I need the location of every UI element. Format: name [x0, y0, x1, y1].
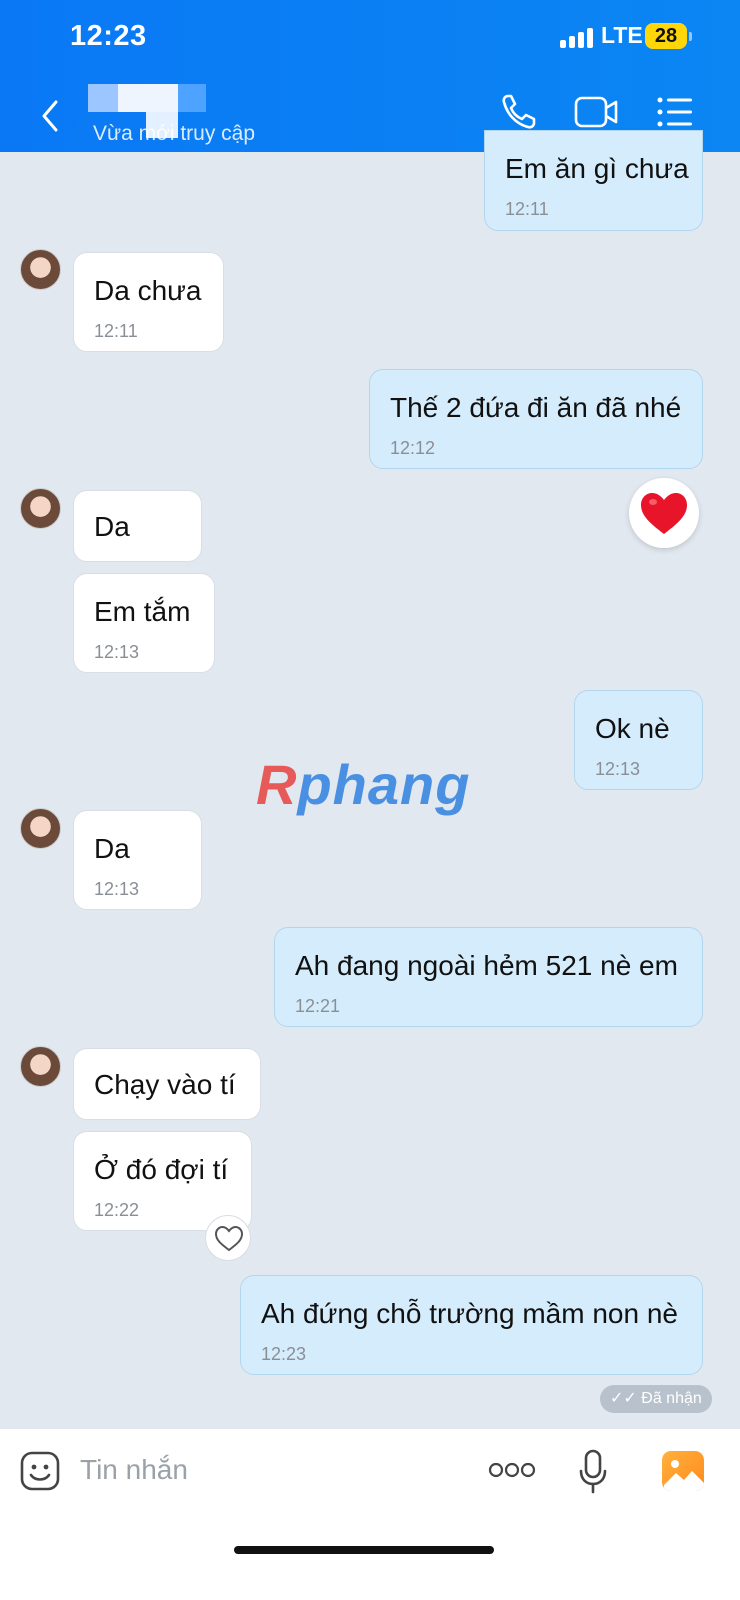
battery-tip	[689, 32, 692, 41]
back-icon[interactable]	[36, 96, 66, 136]
message-bubble-in[interactable]: Da chưa 12:11	[73, 252, 224, 352]
network-type: LTE	[601, 22, 643, 48]
watermark-logo: Rphang	[256, 753, 471, 816]
message-bubble-in[interactable]: Em tắm 12:13	[73, 573, 215, 673]
message-input-bar	[0, 1428, 740, 1600]
message-time: 12:23	[261, 1344, 307, 1364]
message-time: 12:21	[295, 996, 341, 1016]
avatar[interactable]	[20, 249, 61, 290]
sticker-icon[interactable]	[20, 1451, 60, 1491]
delivery-status-text: Đã nhận	[641, 1390, 702, 1407]
message-text: Ah đang ngoài hẻm 521 nè em	[295, 950, 678, 981]
avatar[interactable]	[20, 808, 61, 849]
message-time: 12:13	[94, 642, 140, 662]
message-text: Ah đứng chỗ trường mầm non nè	[261, 1298, 678, 1329]
message-time: 12:13	[595, 759, 641, 779]
contact-name[interactable]	[88, 84, 208, 138]
message-time: 12:11	[505, 199, 549, 219]
message-time: 12:12	[390, 438, 436, 458]
message-bubble-in[interactable]: Da	[73, 490, 202, 562]
signal-icon	[560, 26, 596, 48]
message-text: Ok nè	[595, 713, 670, 744]
message-time: 12:22	[94, 1200, 140, 1220]
avatar[interactable]	[20, 488, 61, 529]
message-bubble-out[interactable]: Thế 2 đứa đi ăn đã nhé 12:12	[369, 369, 703, 469]
message-bubble-out[interactable]: Em ăn gì chưa 12:11	[484, 130, 703, 231]
message-bubble-out[interactable]: Ok nè 12:13	[574, 690, 703, 790]
message-time: 12:13	[94, 879, 140, 899]
heart-reaction-icon[interactable]	[629, 478, 699, 548]
avatar[interactable]	[20, 1046, 61, 1087]
more-options-icon[interactable]	[488, 1459, 536, 1486]
image-gallery-icon[interactable]	[662, 1451, 704, 1491]
double-check-icon: ✓✓	[610, 1390, 637, 1407]
message-text: Da chưa	[94, 275, 202, 306]
status-time: 12:23	[70, 20, 147, 52]
battery-icon: 28	[645, 23, 687, 49]
message-text: Chạy vào tí	[94, 1069, 236, 1100]
message-input[interactable]	[80, 1445, 460, 1495]
message-text: Em tắm	[94, 596, 191, 627]
message-bubble-out[interactable]: Ah đứng chỗ trường mầm non nè 12:23	[240, 1275, 703, 1375]
message-text: Em ăn gì chưa	[505, 153, 689, 184]
microphone-icon[interactable]	[578, 1449, 608, 1500]
message-text: Da	[94, 511, 130, 542]
message-bubble-in[interactable]: Chạy vào tí	[73, 1048, 261, 1120]
last-seen-status: Vừa mới truy cập	[93, 122, 256, 145]
message-text: Thế 2 đứa đi ăn đã nhé	[390, 392, 682, 423]
message-text: Da	[94, 833, 130, 864]
message-time: 12:11	[94, 321, 138, 341]
react-heart-icon[interactable]	[205, 1215, 251, 1261]
battery-level: 28	[654, 25, 678, 47]
message-text: Ở đó đợi tí	[94, 1154, 229, 1185]
delivery-status-badge: ✓✓ Đã nhận	[600, 1385, 712, 1413]
home-indicator	[234, 1546, 494, 1554]
message-bubble-in[interactable]: Da 12:13	[73, 810, 202, 910]
message-bubble-out[interactable]: Ah đang ngoài hẻm 521 nè em 12:21	[274, 927, 703, 1027]
